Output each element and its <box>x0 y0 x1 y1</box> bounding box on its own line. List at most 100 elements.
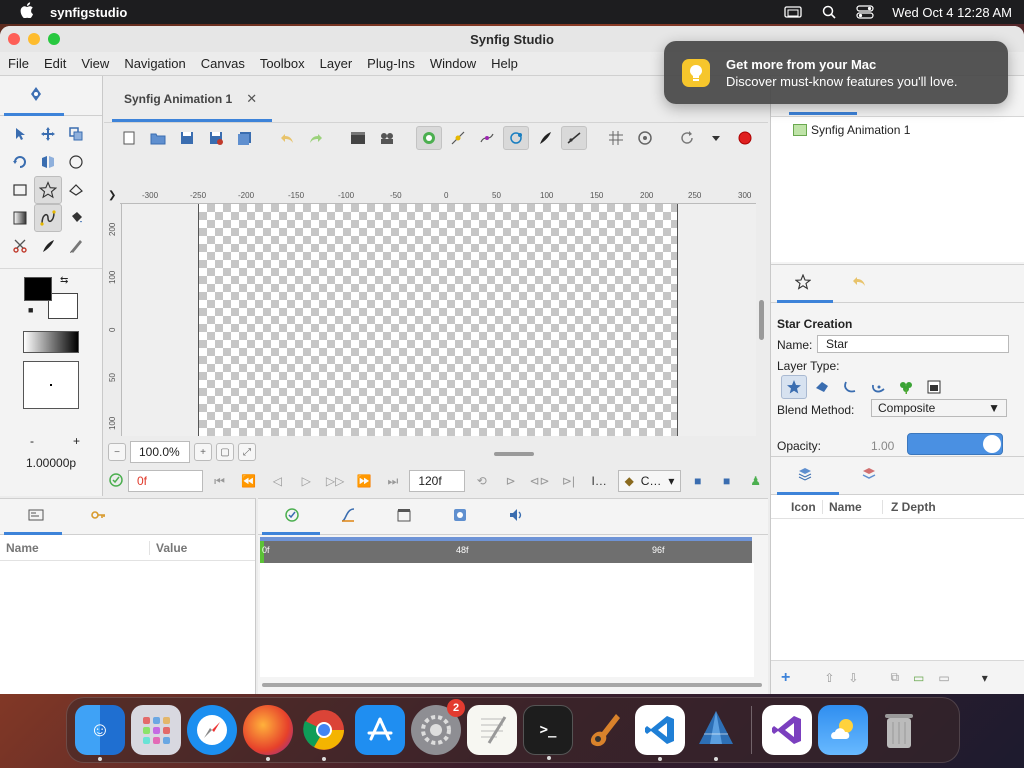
canvas-vertical-scrollbar[interactable] <box>756 204 768 436</box>
preview-icon[interactable] <box>374 126 400 150</box>
layer-name-input[interactable]: Star <box>817 335 1009 353</box>
lock-past-keyframe-icon[interactable]: ■ <box>685 470 710 492</box>
synfig-studio-icon[interactable] <box>691 705 741 761</box>
info-label[interactable]: I… <box>585 470 614 492</box>
outline-layer-type-icon[interactable] <box>837 375 863 399</box>
menu-window[interactable]: Window <box>422 56 483 71</box>
params-col-value[interactable]: Value <box>150 541 187 555</box>
finder-icon[interactable]: ☺ <box>75 705 125 761</box>
notification-banner[interactable]: Get more from your Mac Discover must-kno… <box>664 41 1008 104</box>
textedit-icon[interactable] <box>467 705 517 755</box>
advanced-outline-layer-type-icon[interactable] <box>865 375 891 399</box>
outline-color-swatch[interactable] <box>24 277 52 301</box>
bounds-lower-icon[interactable]: ⊲⊳ <box>527 470 552 492</box>
brush-size-value[interactable]: 1.00000p <box>26 456 76 470</box>
show-vertex-handles-icon[interactable] <box>532 126 558 150</box>
record-animation-icon[interactable] <box>732 126 758 150</box>
open-file-icon[interactable] <box>145 126 171 150</box>
play-icon[interactable]: ▷ <box>294 470 319 492</box>
terminal-icon[interactable]: >_ <box>523 705 573 760</box>
apple-menu-icon[interactable] <box>20 2 34 22</box>
loop-icon[interactable]: ⟲ <box>469 470 494 492</box>
draw-tool-icon[interactable] <box>34 232 62 260</box>
gradient-tool-icon[interactable] <box>6 204 34 232</box>
delete-layer-icon[interactable]: ▭ <box>938 671 949 685</box>
safari-icon[interactable] <box>187 705 237 755</box>
scale-tool-icon[interactable] <box>62 120 90 148</box>
transform-tool-icon[interactable] <box>6 120 34 148</box>
garageband-icon[interactable] <box>579 705 629 755</box>
seek-end-icon[interactable]: ⏭ <box>380 470 405 492</box>
firefox-icon[interactable] <box>243 705 293 761</box>
curves-tab-icon[interactable] <box>340 507 356 526</box>
sketch-tool-icon[interactable] <box>62 232 90 260</box>
weather-icon[interactable] <box>818 705 868 755</box>
increase-size-button[interactable]: + <box>73 434 80 448</box>
menu-view[interactable]: View <box>73 56 116 71</box>
ruler-toggle-icon[interactable]: ❯ <box>108 190 116 201</box>
layers-tab-icon[interactable] <box>797 467 813 484</box>
control-center-icon[interactable] <box>856 5 874 19</box>
bounds-upper-icon[interactable]: ⊳| <box>556 470 581 492</box>
active-app-name[interactable]: synfigstudio <box>50 5 127 20</box>
history-tab-icon[interactable] <box>851 274 867 293</box>
save-all-icon[interactable] <box>232 126 258 150</box>
keyframes-tab-icon[interactable] <box>396 507 412 526</box>
circle-tool-icon[interactable] <box>62 148 90 176</box>
timetrack-ruler[interactable]: 0f 48f 96f <box>260 537 752 563</box>
layers-col-name[interactable]: Name <box>823 499 883 514</box>
layers-col-icon[interactable]: Icon <box>771 499 823 514</box>
fill-tool-icon[interactable] <box>62 204 90 232</box>
menu-canvas[interactable]: Canvas <box>193 56 252 71</box>
show-bone-handles-icon[interactable] <box>561 125 587 150</box>
menu-navigation[interactable]: Navigation <box>116 56 192 71</box>
polygon-tool-icon[interactable] <box>62 176 90 204</box>
chrome-icon[interactable] <box>299 705 349 761</box>
interpolation-select[interactable]: ◆ C… ▾ <box>617 470 682 492</box>
lower-layer-icon[interactable]: ⇩ <box>848 671 858 685</box>
next-frame-icon[interactable]: ▷▷ <box>323 470 348 492</box>
save-icon[interactable] <box>174 126 200 150</box>
close-window-button[interactable] <box>8 33 20 45</box>
system-settings-icon[interactable]: 2 <box>411 699 465 755</box>
end-time-field[interactable]: 120f <box>409 470 466 492</box>
launchpad-icon[interactable] <box>131 705 181 755</box>
refresh-icon[interactable] <box>674 126 700 150</box>
canvas-horizontal-scrollbar[interactable] <box>494 452 534 456</box>
duplicate-layer-icon[interactable]: ⧉ <box>890 670 899 685</box>
toolbox-tab-icon[interactable] <box>28 86 44 105</box>
lock-future-keyframe-icon[interactable]: ■ <box>714 470 739 492</box>
show-angle-handles-icon[interactable] <box>503 125 529 150</box>
sound-tab-icon[interactable] <box>508 507 524 526</box>
render-icon[interactable] <box>345 126 371 150</box>
swap-colors-icon[interactable]: ⇆ <box>60 275 68 286</box>
star-tool-icon[interactable] <box>34 176 62 204</box>
fill-color-swatch[interactable] <box>48 293 78 319</box>
show-tangent-handles-icon[interactable] <box>445 126 471 150</box>
smooth-move-tool-icon[interactable] <box>34 120 62 148</box>
app-store-icon[interactable] <box>355 705 405 755</box>
close-tab-icon[interactable]: ✕ <box>246 91 257 107</box>
canvas-browser-item[interactable]: Synfig Animation 1 <box>793 123 910 137</box>
mirror-tool-icon[interactable] <box>34 148 62 176</box>
bounds-play-icon[interactable]: ⊳ <box>498 470 523 492</box>
trash-icon[interactable] <box>874 705 924 755</box>
minimize-window-button[interactable] <box>28 33 40 45</box>
show-position-handles-icon[interactable] <box>416 125 442 150</box>
cutout-tool-icon[interactable] <box>6 232 34 260</box>
current-time-field[interactable]: 0f <box>128 470 204 492</box>
canvas-metadata-tab-icon[interactable] <box>452 507 468 526</box>
layers-col-zdepth[interactable]: Z Depth <box>883 500 936 514</box>
opacity-slider-handle[interactable] <box>983 435 1001 453</box>
rotate-tool-icon[interactable] <box>6 148 34 176</box>
menu-edit[interactable]: Edit <box>36 56 73 71</box>
onion-skin-icon[interactable] <box>632 126 658 150</box>
menu-toolbox[interactable]: Toolbox <box>252 56 312 71</box>
params-col-name[interactable]: Name <box>0 540 150 555</box>
screen-mirroring-icon[interactable] <box>784 5 802 19</box>
new-file-icon[interactable] <box>116 126 142 150</box>
raise-layer-icon[interactable]: ⇧ <box>824 671 834 685</box>
spotlight-search-icon[interactable] <box>820 5 838 19</box>
seek-begin-icon[interactable]: ⏮ <box>207 470 232 492</box>
default-gradient-swatch[interactable] <box>23 331 79 353</box>
